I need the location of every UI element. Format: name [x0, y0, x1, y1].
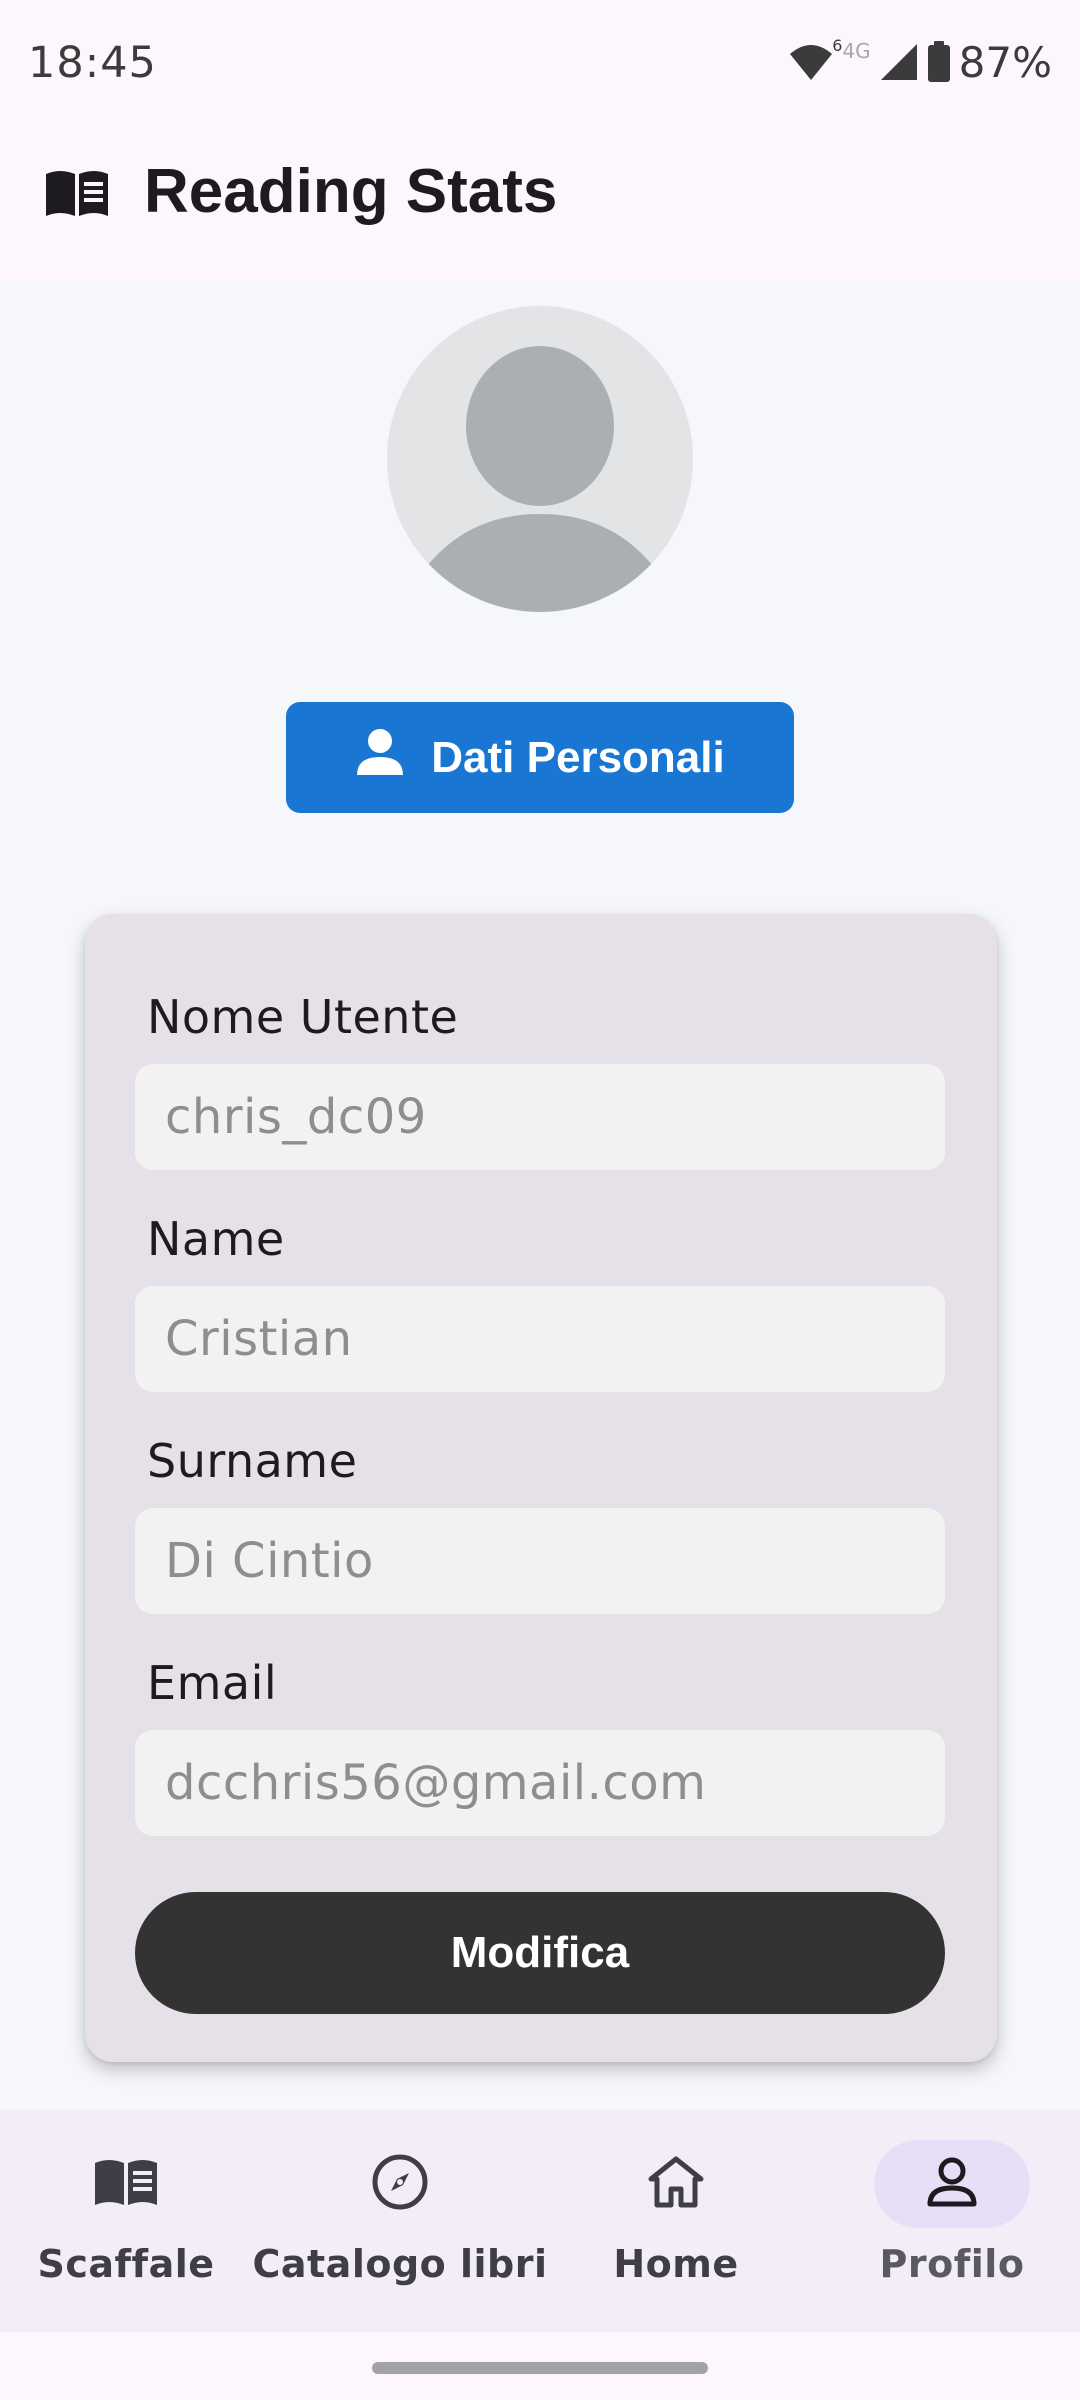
nav-label-scaffale: Scaffale [37, 2242, 215, 2286]
email-value: dcchris56@gmail.com [165, 1755, 707, 1811]
page-title: Reading Stats [144, 157, 558, 226]
surname-value: Di Cintio [165, 1533, 374, 1589]
status-bar: 18:45 6 4G 87% [0, 0, 1080, 124]
name-value: Cristian [165, 1311, 353, 1367]
person-placeholder-icon [413, 346, 667, 612]
name-label: Name [147, 1212, 285, 1266]
wifi-icon: 6 [788, 36, 842, 82]
nav-pill-active [874, 2140, 1030, 2228]
signal-icon [879, 42, 919, 82]
nav-pill [48, 2140, 204, 2228]
nav-pill [598, 2140, 754, 2228]
open-book-icon [44, 168, 110, 223]
username-label: Nome Utente [147, 990, 459, 1044]
personal-data-label: Dati Personali [431, 732, 725, 782]
wifi-badge: 6 [832, 36, 843, 55]
nav-item-catalogo[interactable]: Catalogo libri [250, 2110, 550, 2332]
compass-icon [371, 2153, 429, 2216]
gesture-area [0, 2332, 1080, 2400]
status-time: 18:45 [28, 38, 157, 88]
book-icon [93, 2157, 159, 2212]
username-field[interactable]: chris_dc09 [135, 1064, 945, 1170]
person-icon [355, 727, 405, 788]
person-outline-icon [924, 2154, 980, 2215]
edit-button[interactable]: Modifica [135, 1892, 945, 2014]
email-field[interactable]: dcchris56@gmail.com [135, 1730, 945, 1836]
gesture-handle[interactable] [372, 2362, 708, 2374]
app-bar: Reading Stats [0, 124, 1080, 282]
avatar[interactable] [387, 306, 693, 612]
username-value: chris_dc09 [165, 1089, 427, 1145]
battery-percent: 87% [958, 37, 1052, 87]
nav-item-profilo[interactable]: Profilo [874, 2110, 1030, 2332]
surname-label: Surname [147, 1434, 358, 1488]
email-label: Email [147, 1656, 278, 1710]
personal-data-button[interactable]: Dati Personali [286, 702, 794, 813]
personal-data-card: Nome Utente chris_dc09 Name Cristian Sur… [85, 914, 997, 2062]
surname-field[interactable]: Di Cintio [135, 1508, 945, 1614]
name-field[interactable]: Cristian [135, 1286, 945, 1392]
status-icons: 6 4G 87% [788, 34, 1052, 90]
nav-label-catalogo: Catalogo libri [252, 2242, 548, 2286]
nav-label-home: Home [613, 2242, 739, 2286]
nav-item-home[interactable]: Home [598, 2110, 754, 2332]
home-icon [647, 2155, 705, 2214]
bottom-navigation: Scaffale Catalogo libri Home Profilo [0, 2110, 1080, 2332]
network-type: 4G [842, 39, 871, 63]
nav-item-scaffale[interactable]: Scaffale [37, 2110, 214, 2332]
nav-label-profilo: Profilo [879, 2242, 1025, 2286]
battery-icon [927, 41, 951, 83]
nav-pill [322, 2140, 478, 2228]
